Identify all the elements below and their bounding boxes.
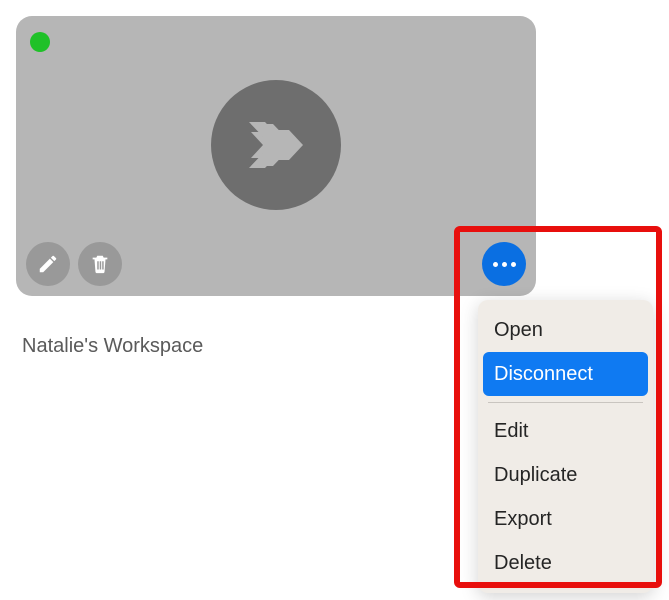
menu-item-delete[interactable]: Delete [478, 541, 653, 585]
delete-button[interactable] [78, 242, 122, 286]
menu-divider [488, 402, 643, 403]
edit-button[interactable] [26, 242, 70, 286]
menu-item-open[interactable]: Open [478, 308, 653, 352]
status-indicator [30, 32, 50, 52]
remote-desktop-glyph [237, 106, 315, 184]
context-menu: Open Disconnect Edit Duplicate Export De… [478, 300, 653, 593]
pencil-icon [37, 253, 59, 275]
trash-icon [89, 253, 111, 275]
workspace-title: Natalie's Workspace [22, 335, 203, 358]
menu-item-edit[interactable]: Edit [478, 409, 653, 453]
remote-desktop-icon [211, 80, 341, 210]
more-icon [493, 262, 516, 267]
workspace-card[interactable] [16, 16, 536, 296]
more-button[interactable] [482, 242, 526, 286]
menu-item-disconnect[interactable]: Disconnect [483, 352, 648, 396]
card-actions [26, 242, 122, 286]
menu-item-duplicate[interactable]: Duplicate [478, 453, 653, 497]
menu-item-export[interactable]: Export [478, 497, 653, 541]
